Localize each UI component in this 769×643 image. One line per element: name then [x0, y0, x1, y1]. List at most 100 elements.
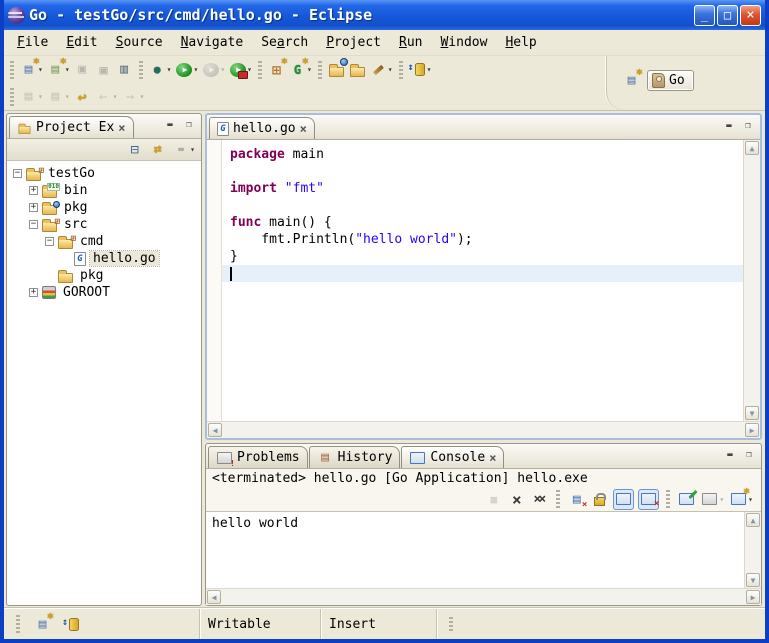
tree-item-pkg[interactable]: +pkg	[7, 199, 201, 216]
editor-vertical-scrollbar[interactable]: ▲ ▼	[743, 140, 760, 421]
save-all-button[interactable]	[94, 60, 113, 79]
open-perspective-button[interactable]	[620, 70, 643, 91]
scroll-up-icon[interactable]: ▲	[746, 513, 760, 527]
chevron-down-icon[interactable]: ▾	[427, 65, 432, 74]
editor-tab-hello-go[interactable]: G hello.go ×	[209, 117, 315, 139]
go-file-icon: G	[217, 122, 229, 136]
menu-edit[interactable]: Edit	[57, 33, 106, 52]
forward-button[interactable]: ▾	[120, 87, 145, 106]
go-perspective-button[interactable]: Go	[647, 70, 694, 91]
tree-item-goroot[interactable]: +GOROOT	[7, 284, 201, 301]
pin-console-button[interactable]	[677, 490, 696, 509]
expand-icon[interactable]: +	[29, 186, 38, 195]
minimize-view-icon[interactable]: ▬	[722, 448, 738, 462]
chevron-down-icon[interactable]: ▾	[193, 65, 198, 74]
expand-icon[interactable]: +	[29, 203, 38, 212]
project-explorer-tab[interactable]: Project Ex ×	[9, 116, 134, 138]
console-horizontal-scrollbar[interactable]: ◀ ▶	[206, 588, 761, 605]
chevron-down-icon[interactable]: ▾	[388, 65, 393, 74]
previous-annotation-button[interactable]: ▾	[46, 87, 71, 106]
chevron-down-icon[interactable]: ▾	[167, 65, 172, 74]
collapse-icon[interactable]: −	[29, 220, 38, 229]
tab-history[interactable]: History	[309, 446, 401, 468]
show-stderr-button[interactable]: ×	[638, 489, 659, 510]
scroll-right-icon[interactable]: ▶	[745, 423, 759, 437]
project-explorer-close-icon[interactable]: ×	[118, 121, 125, 135]
collapse-icon[interactable]: −	[13, 169, 22, 178]
minimize-view-icon[interactable]: ▬	[721, 119, 737, 133]
last-edit-location-button[interactable]	[73, 87, 92, 106]
menu-search[interactable]: Search	[252, 33, 317, 52]
back-button[interactable]: ▾	[94, 87, 119, 106]
clear-console-button[interactable]: ×	[567, 490, 586, 509]
tab-close-icon[interactable]: ×	[489, 451, 496, 465]
console-output[interactable]: hello world	[206, 512, 744, 588]
run-history-button[interactable]: ▾	[201, 60, 226, 79]
mark-occurrences-button[interactable]: ▾	[369, 60, 394, 79]
run-button[interactable]: ▾	[174, 60, 199, 79]
menu-help[interactable]: Help	[496, 33, 545, 52]
tree-item-cmd[interactable]: −⊞cmd	[7, 233, 201, 250]
menu-run[interactable]: Run	[390, 33, 431, 52]
chevron-down-icon[interactable]: ▾	[190, 145, 195, 154]
new-project-button[interactable]	[267, 60, 286, 79]
scroll-right-icon[interactable]: ▶	[746, 590, 760, 604]
scroll-left-icon[interactable]: ◀	[208, 423, 222, 437]
close-button[interactable]: ×	[740, 5, 761, 26]
scroll-down-icon[interactable]: ▼	[745, 406, 759, 420]
expand-icon[interactable]: +	[29, 288, 38, 297]
editor-tab-close-icon[interactable]: ×	[300, 122, 307, 136]
scroll-lock-button[interactable]	[590, 490, 609, 509]
menu-project[interactable]: Project	[317, 33, 390, 52]
tree-item-bin[interactable]: +010bin	[7, 182, 201, 199]
editor-horizontal-scrollbar[interactable]: ◀ ▶	[207, 421, 760, 438]
annotation-cycle-button[interactable]: ▾	[408, 60, 433, 79]
annotation-ruler[interactable]	[207, 140, 222, 421]
maximize-view-icon[interactable]: ❒	[740, 119, 756, 133]
terminate-button[interactable]	[484, 490, 503, 509]
next-annotation-button[interactable]: ▾	[19, 87, 44, 106]
collapse-all-button[interactable]	[125, 140, 144, 159]
trim-annotation-button[interactable]	[62, 615, 81, 634]
title-bar[interactable]: Go - testGo/src/cmd/hello.go - Eclipse _…	[4, 0, 765, 30]
menu-navigate[interactable]: Navigate	[172, 33, 253, 52]
new-go-file-button[interactable]: ▾	[46, 60, 71, 79]
maximize-view-icon[interactable]: ❒	[181, 118, 197, 132]
search-button[interactable]	[327, 60, 346, 79]
scroll-up-icon[interactable]: ▲	[745, 141, 759, 155]
link-with-editor-button[interactable]	[148, 140, 167, 159]
display-selected-console-button[interactable]: ▾	[700, 490, 725, 509]
tree-item-testgo[interactable]: −⊞testGo	[7, 165, 201, 182]
menu-source[interactable]: Source	[107, 33, 172, 52]
tree-item-src[interactable]: −⊞src	[7, 216, 201, 233]
code-editor[interactable]: package mainimport "fmt"func main() { fm…	[222, 140, 743, 421]
remove-all-terminated-button[interactable]	[530, 490, 549, 509]
tab-problems[interactable]: !Problems	[208, 446, 308, 468]
collapse-icon[interactable]: −	[45, 237, 54, 246]
code-line: import "fmt"	[222, 180, 743, 197]
tree-item-hello-go[interactable]: Ghello.go	[7, 250, 201, 267]
open-console-button[interactable]: ▾	[729, 490, 754, 509]
show-stdout-button[interactable]	[613, 489, 634, 510]
minimize-button[interactable]: _	[694, 5, 715, 26]
scroll-down-icon[interactable]: ▼	[746, 573, 760, 587]
minimize-view-icon[interactable]: ▬	[162, 118, 178, 132]
maximize-button[interactable]: □	[717, 5, 738, 26]
scroll-left-icon[interactable]: ◀	[207, 590, 221, 604]
new-wizard-button[interactable]: ▾	[19, 60, 44, 79]
fast-view-button[interactable]	[33, 615, 52, 634]
maximize-view-icon[interactable]: ❒	[741, 448, 757, 462]
tree-item-pkg[interactable]: pkg	[7, 267, 201, 284]
tab-console[interactable]: Console×	[401, 446, 504, 468]
menu-window[interactable]: Window	[431, 33, 496, 52]
print-button[interactable]	[115, 60, 134, 79]
menu-file[interactable]: File	[8, 33, 57, 52]
open-resource-button[interactable]	[348, 60, 367, 79]
view-menu-button[interactable]: ▾	[171, 140, 196, 159]
external-tools-button[interactable]: ▾	[228, 60, 253, 79]
new-go-element-button[interactable]: ▾	[288, 60, 313, 79]
console-vertical-scrollbar[interactable]: ▲ ▼	[744, 512, 761, 588]
save-button[interactable]	[73, 60, 92, 79]
debug-button[interactable]: ▾	[148, 60, 173, 79]
remove-launch-button[interactable]	[507, 490, 526, 509]
